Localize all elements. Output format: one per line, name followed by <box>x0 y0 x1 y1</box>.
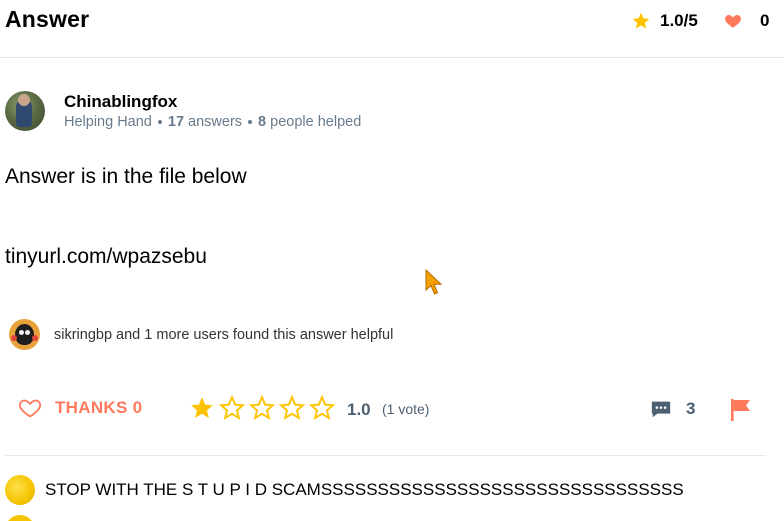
commenter-avatar[interactable] <box>5 515 35 521</box>
author-answers-count: 17 <box>167 114 185 130</box>
commenter-avatar[interactable] <box>5 475 35 505</box>
report-flag-icon[interactable] <box>729 397 753 423</box>
rating-stars <box>189 395 339 421</box>
star-outline-icon[interactable] <box>249 395 275 421</box>
author-helped-label: people helped <box>270 114 362 130</box>
avatar-cheek <box>32 335 38 341</box>
header-rating-value: 1.0/5 <box>660 11 698 30</box>
comment-text: STOP WITH THE S T U P I D SCAMSSSSSSSSSS… <box>45 480 684 499</box>
avatar-cheek <box>11 335 17 341</box>
mouse-cursor-icon <box>425 269 443 295</box>
star-outline-icon[interactable] <box>279 395 305 421</box>
comment-item: STOP WITH THE S T U P I D SCAMSSSSSSSSSS… <box>5 475 684 505</box>
page-title: Answer <box>5 6 90 32</box>
rating-value: 1.0 <box>347 400 371 419</box>
helpful-row: sikringbp and 1 more users found this an… <box>9 319 393 350</box>
divider <box>5 455 766 456</box>
answer-actions: THANKS 0 1.0 (1 vote) 3 <box>0 388 784 433</box>
author-rank: Helping Hand <box>64 114 152 130</box>
author-helped-count: 8 <box>258 114 267 130</box>
author-block: Chinablingfox Helping Hand 17 answers 8 pe… <box>5 91 605 131</box>
heart-outline-icon <box>18 399 42 418</box>
avatar-head <box>18 94 30 106</box>
star-outline-icon[interactable] <box>309 395 335 421</box>
star-outline-icon[interactable] <box>219 395 245 421</box>
thanks-label: THANKS 0 <box>55 398 143 417</box>
heart-icon <box>725 15 741 28</box>
comment-icon <box>651 401 671 418</box>
helpful-text: sikringbp and 1 more users found this an… <box>54 326 394 343</box>
answer-text: Answer is in the file below <box>5 165 247 188</box>
author-name[interactable]: Chinablingfox <box>64 92 177 112</box>
thanks-button[interactable]: THANKS 0 <box>17 396 142 420</box>
avatar-eye <box>25 330 30 335</box>
author-answers-label: answers <box>188 114 243 130</box>
separator-dot <box>157 120 162 125</box>
vote-count: (1 vote) <box>382 401 430 417</box>
helper-avatar[interactable] <box>9 319 40 350</box>
star-filled-icon[interactable] <box>189 395 215 421</box>
comments-count: 3 <box>686 399 696 418</box>
header-likes-count: 0 <box>760 11 770 30</box>
author-meta: Helping Hand 17 answers 8 people helped <box>64 114 361 130</box>
header-likes: 0 <box>724 11 769 31</box>
comments-button[interactable]: 3 <box>650 398 695 420</box>
avatar-eye <box>19 330 24 335</box>
star-icon <box>632 12 650 29</box>
header-rating: 1.0/5 <box>631 11 698 31</box>
avatar-mask <box>15 324 34 345</box>
author-avatar[interactable] <box>5 91 45 131</box>
separator-dot <box>248 120 253 125</box>
answer-link: tinyurl.com/wpazsebu <box>5 245 207 268</box>
answer-header: Answer 1.0/5 0 <box>0 0 784 58</box>
